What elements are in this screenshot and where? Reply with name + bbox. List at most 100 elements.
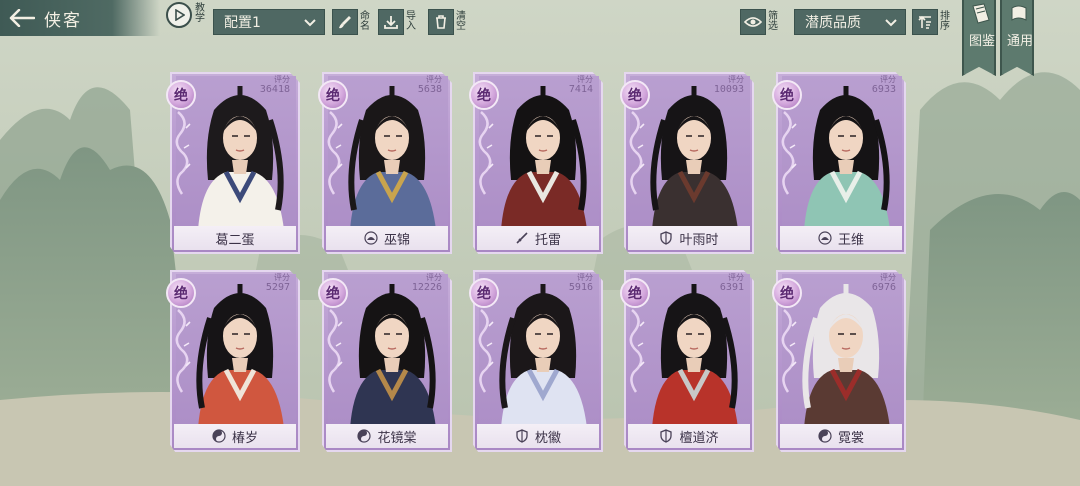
sort-label: 排序 — [940, 11, 950, 32]
rank-badge: 绝 — [772, 80, 802, 110]
rename-label: 命名 — [360, 11, 370, 32]
swirl-ornament-icon — [478, 309, 494, 393]
trash-icon — [428, 9, 454, 35]
taiji-icon — [818, 429, 838, 443]
name-bar: 葛二蛋 — [174, 226, 296, 250]
hero-name: 葛二蛋 — [215, 232, 255, 248]
swirl-ornament-icon — [629, 309, 645, 393]
config-dropdown[interactable]: 配置1 — [213, 9, 325, 35]
hero-portrait — [652, 284, 738, 428]
name-bar: 托雷 — [477, 226, 599, 250]
rank-badge: 绝 — [469, 278, 499, 308]
swirl-ornament-icon — [327, 111, 343, 195]
clear-label: 清空 — [456, 11, 466, 32]
chevron-down-icon — [304, 19, 316, 27]
taiji-icon — [357, 429, 377, 443]
hero-card[interactable]: 评分 12226 绝 花镜棠 — [318, 270, 452, 452]
name-bar: 叶雨时 — [628, 226, 750, 250]
shield-icon — [659, 231, 679, 245]
hero-card[interactable]: 评分 5638 绝 巫锦 — [318, 72, 452, 254]
score-value: 5638 — [417, 84, 442, 95]
tutorial-label: 教学 — [195, 3, 205, 24]
hero-card[interactable]: 评分 6933 绝 王维 — [772, 72, 906, 254]
tab-general-label: 通用 — [1006, 34, 1033, 49]
swirl-ornament-icon — [629, 111, 645, 195]
swirl-ornament-icon — [478, 111, 494, 195]
tab-codex[interactable]: 图鉴 — [962, 0, 996, 76]
score-value: 10093 — [713, 84, 744, 95]
rank-badge: 绝 — [772, 278, 802, 308]
rank-badge: 绝 — [318, 278, 348, 308]
import-label: 导入 — [406, 11, 416, 32]
score-value: 5916 — [568, 282, 593, 293]
hero-card[interactable]: 评分 7414 绝 托雷 — [469, 72, 603, 254]
lotus-icon — [818, 231, 838, 245]
hero-card[interactable]: 评分 6391 绝 檀道济 — [620, 270, 754, 452]
play-icon — [166, 2, 192, 28]
clear-button[interactable]: 清空 — [428, 8, 468, 36]
name-bar: 檀道济 — [628, 424, 750, 448]
hero-card[interactable]: 评分 36418 绝 葛二蛋 — [166, 72, 300, 254]
name-bar: 花镜棠 — [326, 424, 448, 448]
score-value: 36418 — [259, 84, 290, 95]
swirl-ornament-icon — [175, 309, 191, 393]
top-bar: 侠客 教学 配置1 命名 导入 清空 筛选 潜质品质 排序 图鉴 通用 — [0, 0, 1080, 76]
quality-dropdown[interactable]: 潜质品质 — [794, 9, 906, 35]
page-title: 侠客 — [44, 10, 82, 31]
chevron-down-icon — [885, 19, 897, 27]
hero-name: 托雷 — [534, 232, 561, 248]
hero-name: 檀道济 — [679, 430, 719, 446]
score-value: 5297 — [265, 282, 290, 293]
scroll-icon — [1011, 5, 1027, 21]
rank-badge: 绝 — [620, 80, 650, 110]
sort-button[interactable]: 排序 — [912, 8, 952, 36]
swirl-ornament-icon — [781, 309, 797, 393]
rank-badge: 绝 — [620, 278, 650, 308]
import-button[interactable]: 导入 — [378, 8, 418, 36]
taiji-icon — [212, 429, 232, 443]
hero-portrait — [501, 86, 587, 230]
score-value: 12226 — [411, 282, 442, 293]
hero-card[interactable]: 评分 6976 绝 霓裳 — [772, 270, 906, 452]
hero-name: 叶雨时 — [679, 232, 719, 248]
score-value: 6391 — [719, 282, 744, 293]
score-value: 6976 — [871, 282, 896, 293]
hero-portrait — [196, 284, 284, 428]
sort-icon — [912, 9, 938, 35]
hero-name: 花镜棠 — [377, 430, 417, 446]
hero-card[interactable]: 评分 10093 绝 叶雨时 — [620, 72, 754, 254]
shield-icon — [659, 429, 679, 443]
hero-card[interactable]: 评分 5297 绝 椿岁 — [166, 270, 300, 452]
download-icon — [378, 9, 404, 35]
swirl-ornament-icon — [781, 111, 797, 195]
hero-portrait — [802, 284, 890, 428]
hero-portrait — [804, 86, 890, 230]
book-icon — [972, 3, 990, 24]
brush-icon — [332, 9, 358, 35]
blade-icon — [515, 231, 535, 245]
rank-badge: 绝 — [318, 80, 348, 110]
hero-portrait — [350, 284, 436, 428]
back-button[interactable]: 侠客 — [0, 0, 160, 36]
hero-portrait — [348, 86, 436, 230]
rename-button[interactable]: 命名 — [332, 8, 372, 36]
tutorial-button[interactable]: 教学 — [166, 2, 210, 34]
back-arrow-icon — [0, 0, 44, 36]
filter-label: 筛选 — [768, 11, 778, 32]
quality-value: 潜质品质 — [805, 15, 861, 31]
tab-general[interactable]: 通用 — [1000, 0, 1034, 76]
hero-card[interactable]: 评分 5916 绝 枕徽 — [469, 270, 603, 452]
hero-portrait — [198, 86, 284, 230]
swirl-ornament-icon — [175, 111, 191, 195]
tab-codex-label: 图鉴 — [968, 34, 995, 49]
score-value: 7414 — [568, 84, 593, 95]
filter-button[interactable]: 筛选 — [740, 8, 780, 36]
hero-name: 霓裳 — [837, 430, 864, 446]
hero-name: 巫锦 — [383, 232, 410, 248]
hero-portrait — [499, 284, 587, 428]
name-bar: 王维 — [780, 226, 902, 250]
lotus-icon — [364, 231, 384, 245]
config-value: 配置1 — [224, 15, 261, 31]
rank-badge: 绝 — [166, 80, 196, 110]
name-bar: 巫锦 — [326, 226, 448, 250]
